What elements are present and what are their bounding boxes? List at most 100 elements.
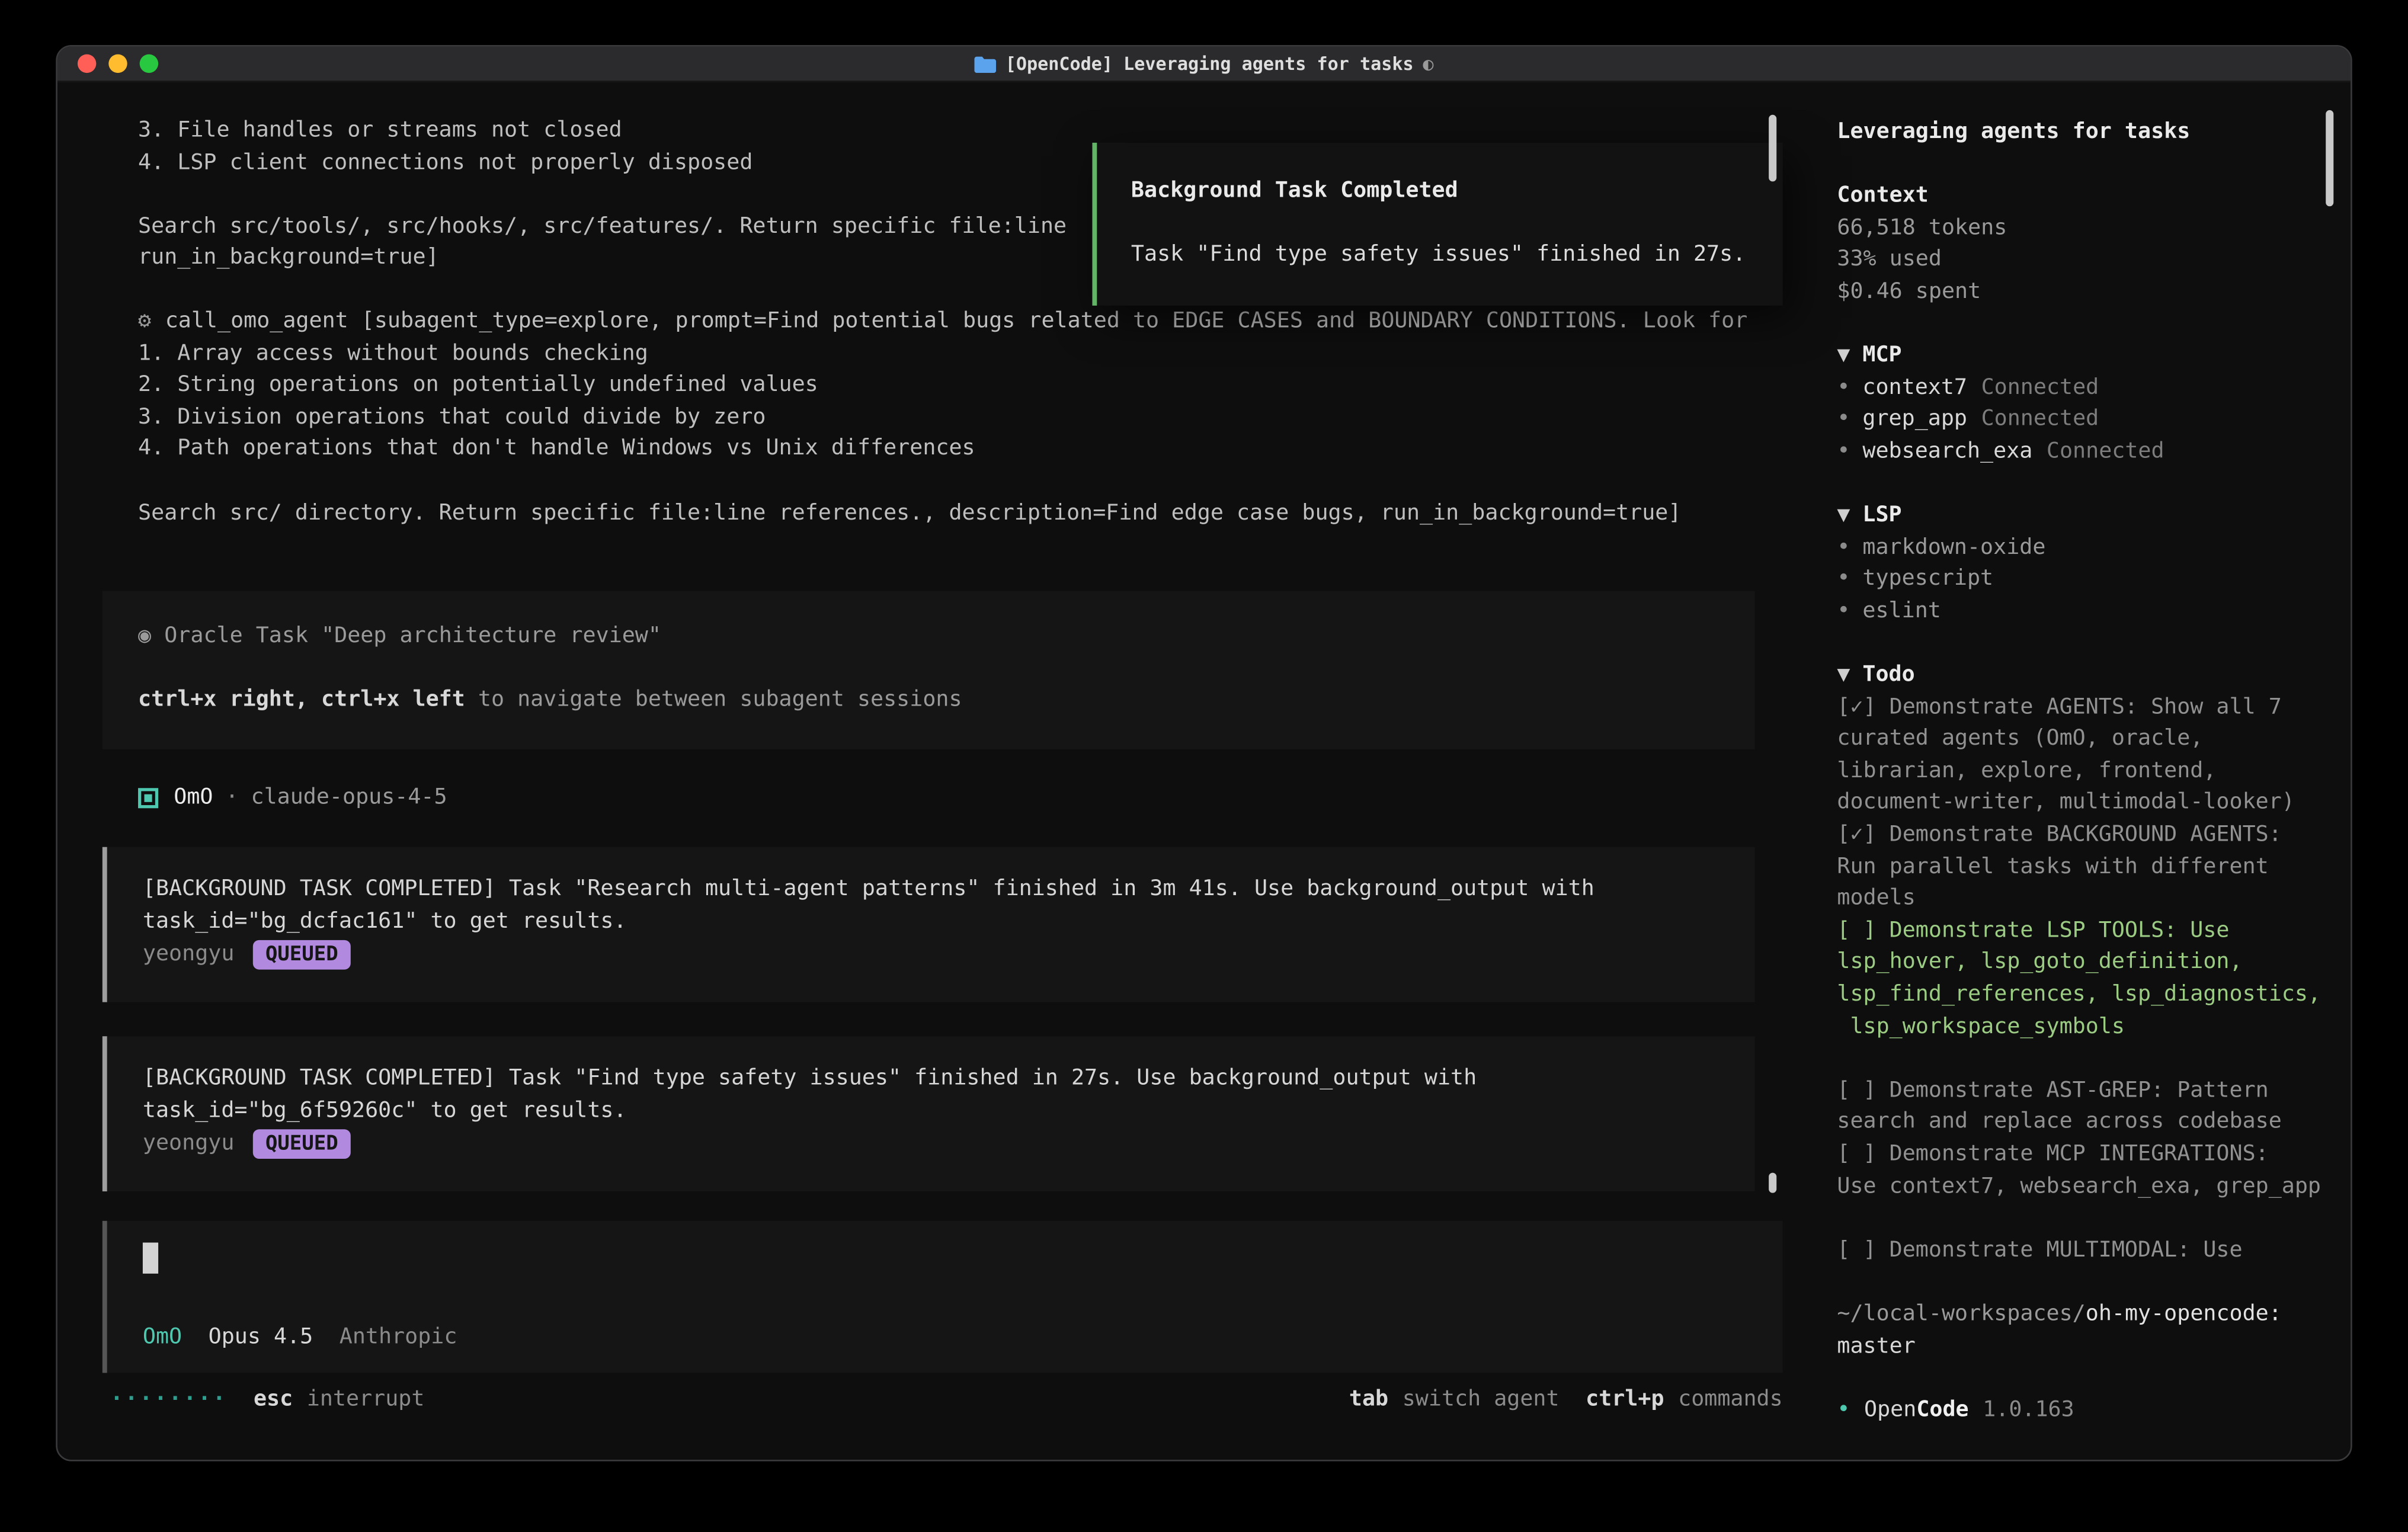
- traffic-lights: [57, 55, 158, 73]
- status-right: tab switch agent ctrl+p commands: [1323, 1384, 1782, 1416]
- agent-model: claude-opus-4-5: [251, 782, 447, 814]
- title-loading-icon: ◐: [1423, 47, 1433, 79]
- sidebar-scrollbar-thumb[interactable]: [2326, 110, 2333, 206]
- oracle-navigation-hint: ctrl+x right, ctrl+x left to navigate be…: [138, 684, 1719, 716]
- tool-call-details: 1. Array access without bounds checking …: [138, 341, 1681, 525]
- lsp-name: typescript: [1862, 567, 1993, 592]
- bullet-icon: •: [1837, 375, 1850, 400]
- queued-status-badge: QUEUED: [253, 1129, 351, 1159]
- zoom-window-button[interactable]: [140, 55, 158, 73]
- todo-item: [✓] Demonstrate AGENTS: Show all 7 curat…: [1837, 691, 2332, 819]
- todo-heading: Todo: [1862, 662, 1914, 687]
- app-name: OpenCode: [1864, 1394, 1969, 1426]
- message-meta: yeongyu QUEUED: [143, 1128, 1719, 1160]
- tool-call-command: call_omo_agent [subagent_type=explore, p…: [165, 309, 1748, 334]
- lsp-name: eslint: [1862, 599, 1941, 624]
- spinner-dots: ········: [110, 1384, 228, 1416]
- bullet-icon: •: [1837, 599, 1850, 624]
- app-version: 1.0.163: [1983, 1394, 2074, 1426]
- agent-name: OmO: [174, 782, 213, 814]
- message-meta: yeongyu QUEUED: [143, 939, 1719, 971]
- omo-agent-icon: [138, 788, 158, 808]
- opencode-window: [OpenCode] Leveraging agents for tasks ◐…: [56, 45, 2352, 1462]
- todo-item: [ ] Demonstrate MCP INTEGRATIONS: Use co…: [1837, 1139, 2332, 1203]
- shortcut-key: esc: [254, 1384, 293, 1416]
- chat-scrollbar-thumb[interactable]: [1769, 1173, 1776, 1193]
- window-title-text: [OpenCode] Leveraging agents for tasks: [1006, 47, 1414, 79]
- session-title: Leveraging agents for tasks: [1837, 116, 2332, 148]
- shortcut-interrupt: esc interrupt: [254, 1384, 424, 1416]
- lsp-heading: LSP: [1862, 503, 1901, 528]
- oracle-task-title-row: ◉ Oracle Task "Deep architecture review": [138, 620, 1719, 652]
- context-used: 33% used: [1837, 244, 2332, 276]
- todo-heading-row[interactable]: ▼ Todo: [1837, 659, 2332, 691]
- shortcut-commands: ctrl+p commands: [1586, 1384, 1783, 1416]
- chevron-down-icon: ▼: [1837, 662, 1850, 687]
- lsp-heading-row[interactable]: ▼ LSP: [1837, 500, 2332, 532]
- lsp-item: • eslint: [1837, 595, 2332, 627]
- input-agent-name: OmO: [143, 1322, 182, 1354]
- input-provider-name: Anthropic: [340, 1322, 457, 1354]
- screen: [OpenCode] Leveraging agents for tasks ◐…: [0, 0, 2408, 1532]
- agent-separator: ·: [225, 782, 238, 814]
- folder-icon: [974, 55, 996, 72]
- todo-item: [ ] Demonstrate MULTIMODAL: Use: [1837, 1235, 2332, 1267]
- background-task-notification[interactable]: Background Task Completed Task "Find typ…: [1092, 143, 1782, 306]
- window-title: [OpenCode] Leveraging agents for tasks ◐: [57, 47, 2351, 79]
- app-version-footer: • OpenCode 1.0.163: [1837, 1394, 2332, 1426]
- message-text: [BACKGROUND TASK COMPLETED] Task "Resear…: [143, 873, 1719, 937]
- mcp-name: context7: [1862, 375, 1967, 400]
- terminal-scrollback: 3. File handles or streams not closed 4.…: [138, 115, 1067, 275]
- agent-header: OmO · claude-opus-4-5: [138, 782, 447, 814]
- workspace-branch: master: [1837, 1334, 1915, 1358]
- lsp-item: •markdown-oxide: [1837, 531, 2332, 563]
- mcp-heading: MCP: [1862, 343, 1901, 368]
- input-model-name: Opus 4.5: [209, 1322, 313, 1354]
- lsp-name: markdown-oxide: [1862, 535, 2045, 560]
- todo-item: [✓] Demonstrate BACKGROUND AGENTS: Run p…: [1837, 819, 2332, 915]
- main-scrollbar-thumb[interactable]: [1769, 115, 1776, 182]
- workspace-path: ~/local-workspaces/oh-my-opencode: master: [1837, 1299, 2332, 1363]
- shortcut-label: switch agent: [1402, 1384, 1560, 1416]
- shortcut-label: interrupt: [307, 1384, 425, 1416]
- bullet-icon: •: [1837, 439, 1850, 464]
- status-left: ········ esc interrupt: [110, 1384, 425, 1416]
- window-titlebar[interactable]: [OpenCode] Leveraging agents for tasks ◐: [57, 47, 2351, 82]
- workspace-repo-name: oh-my-opencode:: [2086, 1302, 2282, 1326]
- close-window-button[interactable]: [78, 55, 96, 73]
- bullet-icon: •: [1837, 567, 1850, 592]
- lsp-section: ▼ LSP •markdown-oxide • typescript • eslint: [1837, 500, 2332, 628]
- chevron-down-icon: ▼: [1837, 503, 1850, 528]
- message-text: [BACKGROUND TASK COMPLETED] Task "Find t…: [143, 1063, 1719, 1127]
- todo-section: ▼ Todo [✓] Demonstrate AGENTS: Show all 7…: [1837, 659, 2332, 1267]
- input-footer: OmO Opus 4.5 Anthropic: [143, 1322, 457, 1354]
- mcp-name: grep_app: [1862, 407, 1967, 432]
- prompt-input[interactable]: OmO Opus 4.5 Anthropic: [103, 1221, 1783, 1373]
- workspace-path-prefix: ~/local-workspaces/: [1837, 1302, 2085, 1326]
- chevron-down-icon: ▼: [1837, 343, 1850, 368]
- bullet-icon: •: [1837, 1394, 1850, 1426]
- oracle-hint-text: to navigate between subagent sessions: [465, 688, 962, 713]
- message-card: [BACKGROUND TASK COMPLETED] Task "Resear…: [103, 847, 1755, 1002]
- text-cursor: [143, 1242, 158, 1273]
- oracle-task-title: Oracle Task "Deep architecture review": [164, 624, 661, 649]
- message-author: yeongyu: [143, 939, 235, 971]
- mcp-item: •context7Connected: [1837, 372, 2332, 404]
- notification-title: Background Task Completed: [1131, 175, 1749, 207]
- queued-status-badge: QUEUED: [253, 940, 351, 970]
- gear-icon: ⚙: [138, 309, 151, 334]
- oracle-task-panel: ◉ Oracle Task "Deep architecture review"…: [103, 591, 1755, 749]
- minimize-window-button[interactable]: [108, 55, 127, 73]
- context-tokens: 66,518 tokens: [1837, 212, 2332, 244]
- bullet-icon: •: [1837, 407, 1850, 432]
- mcp-heading-row[interactable]: ▼ MCP: [1837, 340, 2332, 372]
- context-heading: Context: [1837, 180, 2332, 212]
- context-spent: $0.46 spent: [1837, 276, 2332, 308]
- lsp-item: • typescript: [1837, 563, 2332, 595]
- shortcut-label: commands: [1678, 1384, 1783, 1416]
- mcp-status: Connected: [2047, 439, 2164, 464]
- todo-item: [ ] Demonstrate LSP TOOLS: Use lsp_hover…: [1837, 915, 2332, 1043]
- notification-body: Task "Find type safety issues" finished …: [1131, 239, 1749, 271]
- mcp-section: ▼MCP •context7Connected •grep_appConnect…: [1837, 340, 2332, 468]
- mcp-name: websearch_exa: [1862, 439, 2032, 464]
